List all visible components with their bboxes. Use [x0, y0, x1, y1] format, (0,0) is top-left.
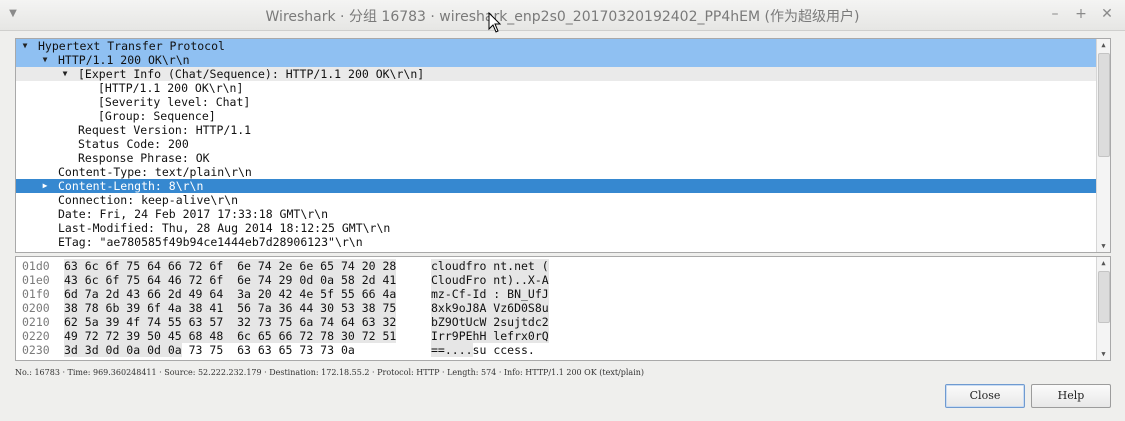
packet-details-tree[interactable]: ▼ Hypertext Transfer Protocol ▼ HTTP/1.1 20…: [15, 38, 1111, 253]
hex-offset: 01e0: [22, 273, 50, 287]
tree-row[interactable]: Status Code: 200: [16, 137, 1096, 151]
tree-row[interactable]: ▶ Content-Length: 8\r\n: [16, 179, 1096, 193]
hex-ascii: cloudfro nt.net (: [431, 259, 549, 273]
tree-row-label: [Group: Sequence]: [98, 109, 216, 123]
tree-row[interactable]: ▼ [Expert Info (Chat/Sequence): HTTP/1.1 …: [16, 67, 1096, 81]
tree-row-label: Content-Type: text/plain\r\n: [58, 165, 252, 179]
tree-row-label: ETag: "ae780585f49b94ce1444eb7d28906123"…: [58, 235, 363, 249]
tree-row[interactable]: [Group: Sequence]: [16, 109, 1096, 123]
hex-offset: 0200: [22, 301, 50, 315]
hex-ascii: mz-Cf-Id : BN_UfJ: [431, 287, 549, 301]
minimize-button[interactable]: –: [1047, 6, 1063, 22]
hex-offset: 01f0: [22, 287, 50, 301]
expand-down-icon[interactable]: ▼: [60, 67, 70, 81]
close-button[interactable]: Close: [945, 384, 1025, 408]
tree-row-label: Status Code: 200: [78, 137, 189, 151]
hex-bytes: 63 6c 6f 75 64 66 72 6f 6e 74 2e 6e 65 7…: [64, 259, 397, 273]
tree-row-label: Request Version: HTTP/1.1: [78, 123, 252, 137]
hex-bytes: 43 6c 6f 75 64 46 72 6f 6e 74 29 0d 0a 5…: [64, 273, 397, 287]
window-title: Wireshark · 分组 16783 · wireshark_enp2s0_…: [265, 9, 860, 25]
hex-ascii: CloudFro nt)..X-A: [431, 273, 549, 287]
hex-ascii: 8xk9oJ8A Vz6D0S8u: [431, 301, 549, 315]
tree-row[interactable]: [Severity level: Chat]: [16, 95, 1096, 109]
tree-row-label: Content-Length: 8\r\n: [58, 179, 204, 193]
title-bar: ▼ Wireshark · 分组 16783 · wireshark_enp2s…: [0, 0, 1125, 31]
tree-row[interactable]: Content-Type: text/plain\r\n: [16, 165, 1096, 179]
hex-offset: 01d0: [22, 259, 50, 273]
hex-ascii: ==....su ccess.: [431, 343, 535, 357]
expand-down-icon[interactable]: ▼: [40, 53, 50, 67]
tree-row[interactable]: Last-Modified: Thu, 28 Aug 2014 18:12:25…: [16, 221, 1096, 235]
scroll-up-icon[interactable]: ▲: [1097, 257, 1110, 269]
hex-row[interactable]: 01f0 6d 7a 2d 43 66 2d 49 64 3a 20 42 4e …: [16, 287, 1096, 301]
hex-bytes: 49 72 72 39 50 45 68 48 6c 65 66 72 78 3…: [64, 329, 397, 343]
scroll-down-icon[interactable]: ▼: [1097, 240, 1110, 252]
tree-row-label: [HTTP/1.1 200 OK\r\n]: [98, 81, 244, 95]
help-button[interactable]: Help: [1031, 384, 1111, 408]
scroll-up-icon[interactable]: ▲: [1097, 39, 1110, 51]
hex-row[interactable]: 0220 49 72 72 39 50 45 68 48 6c 65 66 72 …: [16, 329, 1096, 343]
packet-bytes-pane[interactable]: 01d0 63 6c 6f 75 64 66 72 6f 6e 74 2e 6e …: [15, 256, 1111, 361]
tree-row[interactable]: Connection: keep-alive\r\n: [16, 193, 1096, 207]
packet-status-line: No.: 16783 · Time: 969.360248411 · Sourc…: [15, 368, 645, 377]
tree-row-label: Hypertext Transfer Protocol: [38, 39, 225, 53]
tree-row[interactable]: [HTTP/1.1 200 OK\r\n]: [16, 81, 1096, 95]
hex-bytes: 6d 7a 2d 43 66 2d 49 64 3a 20 42 4e 5f 5…: [64, 287, 397, 301]
tree-row[interactable]: ETag: "ae780585f49b94ce1444eb7d28906123"…: [16, 235, 1096, 249]
tree-row[interactable]: Request Version: HTTP/1.1: [16, 123, 1096, 137]
tree-row-label: HTTP/1.1 200 OK\r\n: [58, 53, 190, 67]
hex-bytes: 38 78 6b 39 6f 4a 38 41 56 7a 36 44 30 5…: [64, 301, 397, 315]
hex-bytes: 62 5a 39 4f 74 55 63 57 32 73 75 6a 74 6…: [64, 315, 397, 329]
tree-row-label: Response Phrase: OK: [78, 151, 210, 165]
hex-row[interactable]: 0210 62 5a 39 4f 74 55 63 57 32 73 75 6a …: [16, 315, 1096, 329]
scroll-down-icon[interactable]: ▼: [1097, 348, 1110, 360]
maximize-button[interactable]: +: [1073, 6, 1089, 22]
hex-bytes: 3d 3d 0d 0a 0d 0a 73 75 63 63 65 73 73 0…: [64, 343, 355, 357]
tree-row[interactable]: ▼ HTTP/1.1 200 OK\r\n: [16, 53, 1096, 67]
tree-row-label: Connection: keep-alive\r\n: [58, 193, 239, 207]
mouse-cursor-icon: [488, 12, 502, 33]
hex-offset: 0230: [22, 343, 50, 357]
hex-row[interactable]: 01d0 63 6c 6f 75 64 66 72 6f 6e 74 2e 6e …: [16, 259, 1096, 273]
hex-ascii: Irr9PEhH lefrx0rQ: [431, 329, 549, 343]
tree-row-label: Date: Fri, 24 Feb 2017 17:33:18 GMT\r\n: [58, 207, 329, 221]
expand-down-icon[interactable]: ▼: [20, 39, 30, 53]
tree-row[interactable]: ▼ Hypertext Transfer Protocol: [16, 39, 1096, 53]
hex-offset: 0210: [22, 315, 50, 329]
tree-scrollbar[interactable]: ▲ ▼: [1096, 39, 1110, 252]
tree-row-label: Last-Modified: Thu, 28 Aug 2014 18:12:25…: [58, 221, 391, 235]
tree-row-label: [Expert Info (Chat/Sequence): HTTP/1.1 2…: [78, 67, 425, 81]
hex-row[interactable]: 01e0 43 6c 6f 75 64 46 72 6f 6e 74 29 0d …: [16, 273, 1096, 287]
scroll-thumb[interactable]: [1098, 53, 1110, 157]
hex-scrollbar[interactable]: ▲ ▼: [1096, 257, 1110, 360]
scroll-thumb[interactable]: [1098, 271, 1110, 323]
expand-right-icon[interactable]: ▶: [40, 179, 50, 193]
tree-row[interactable]: Date: Fri, 24 Feb 2017 17:33:18 GMT\r\n: [16, 207, 1096, 221]
tree-row-label: [Severity level: Chat]: [98, 95, 251, 109]
hex-row[interactable]: 0200 38 78 6b 39 6f 4a 38 41 56 7a 36 44 …: [16, 301, 1096, 315]
tree-row[interactable]: Response Phrase: OK: [16, 151, 1096, 165]
hex-offset: 0220: [22, 329, 50, 343]
hex-row[interactable]: 0230 3d 3d 0d 0a 0d 0a 73 75 63 63 65 73 …: [16, 343, 1096, 357]
close-window-button[interactable]: ✕: [1099, 6, 1115, 22]
hex-ascii: bZ9OtUcW 2sujtdc2: [431, 315, 549, 329]
